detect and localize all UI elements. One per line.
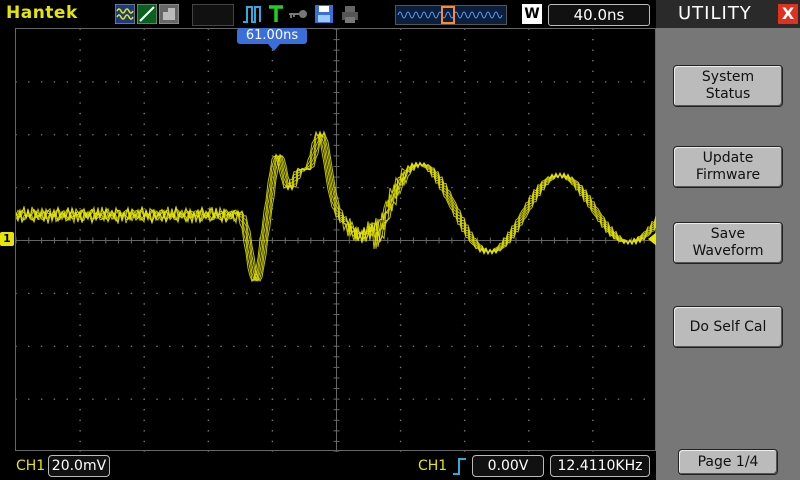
timebase-mode: W (522, 4, 542, 24)
key-icon (289, 10, 307, 18)
save-disk-icon (315, 5, 333, 23)
trigger-t-icon (269, 5, 283, 22)
bottom-status-bar: CH1 20.0mV CH1 0.00V 12.4110KHz (0, 452, 656, 480)
close-button[interactable]: X (778, 4, 798, 24)
self-cal-button[interactable]: Do Self Cal (673, 306, 783, 348)
trigger-source-label: CH1 (418, 458, 448, 474)
brand-logo: Hantek (6, 3, 78, 23)
printer-icon (342, 6, 358, 23)
menu-title: UTILITY (678, 3, 752, 24)
trigger-time-readout: 40.0ns (548, 4, 650, 26)
graticule (15, 28, 657, 453)
status-bar: Hantek W 40.0ns (0, 0, 656, 28)
waveform-display (15, 28, 657, 453)
trigger-position-marker[interactable]: 61.00ns (237, 28, 307, 44)
ch1-volts-div[interactable]: 20.0mV (48, 455, 110, 477)
page-indicator[interactable]: Page 1/4 (678, 449, 778, 475)
ch1-label: CH1 (16, 458, 46, 474)
grey-mode-icon (159, 4, 179, 24)
save-waveform-button[interactable]: Save Waveform (673, 222, 783, 264)
system-status-button[interactable]: System Status (673, 65, 783, 107)
ramp-icon (137, 4, 157, 24)
pulse-icon (243, 6, 261, 23)
memory-depth-indicator (395, 5, 507, 25)
rising-edge-icon (453, 458, 466, 475)
update-firmware-button[interactable]: Update Firmware (673, 146, 783, 188)
frequency-readout: 12.4110KHz (550, 455, 650, 477)
trigger-position-arrow (268, 44, 280, 51)
menu-title-bar: UTILITY X (656, 0, 800, 28)
empty-slot (192, 4, 234, 26)
side-menu: UTILITY X System Status Update Firmware … (656, 0, 800, 480)
trigger-level-readout[interactable]: 0.00V (472, 455, 544, 477)
waveform-icon (115, 4, 135, 24)
ch1-ground-marker[interactable]: 1 (0, 232, 14, 246)
